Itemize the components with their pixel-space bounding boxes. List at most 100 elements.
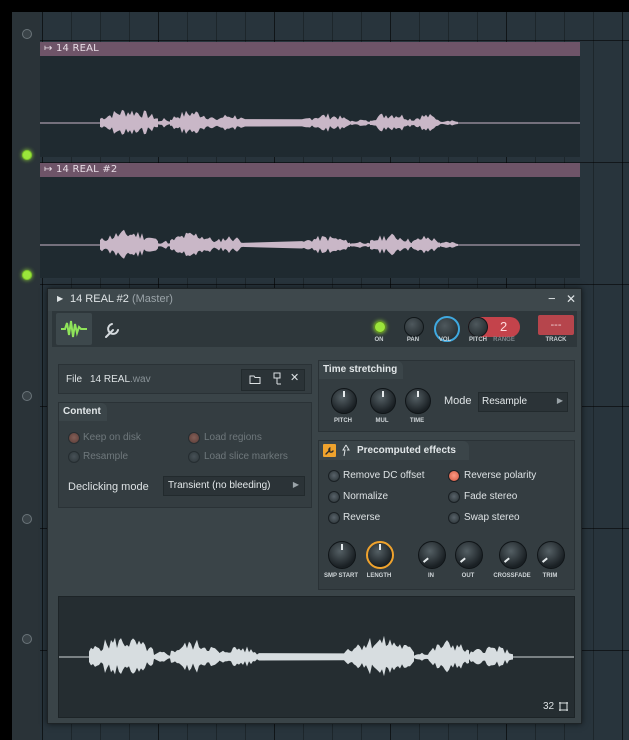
clip-label: 14 REAL	[55, 43, 99, 54]
length-knob[interactable]	[366, 541, 394, 569]
zoom-level[interactable]: 32	[543, 701, 554, 712]
stretch-time-knob[interactable]	[405, 388, 431, 414]
declicking-mode-label: Declicking mode	[68, 481, 149, 493]
keep-on-disk-label: Keep on disk	[83, 432, 141, 443]
declicking-mode-dropdown[interactable]: Transient (no bleeding) ▶	[163, 476, 305, 496]
range-label: RANGE	[493, 337, 515, 343]
fade-out-knob[interactable]	[455, 541, 483, 569]
reverse-label: Reverse	[343, 512, 381, 523]
track-led-3[interactable]	[22, 270, 32, 280]
window-titlebar[interactable]: ▶ 14 REAL #2 (Master) − ✕	[48, 289, 581, 311]
swap-stereo-label: Swap stereo	[464, 512, 520, 523]
track-led-6[interactable]	[22, 634, 32, 644]
close-button[interactable]: ✕	[566, 292, 576, 306]
content-panel: Content Keep on disk Resample Load regio…	[58, 402, 312, 508]
crossfade-knob[interactable]	[499, 541, 527, 569]
pan-knob[interactable]	[404, 317, 424, 337]
normalize-radio[interactable]	[328, 491, 340, 503]
file-ext: .wav	[130, 374, 151, 385]
wrench-icon[interactable]	[323, 444, 336, 457]
track-led-2[interactable]	[22, 150, 32, 160]
clip-label: 14 REAL #2	[55, 164, 118, 175]
remove-dc-label: Remove DC offset	[343, 470, 425, 481]
keep-on-disk-radio[interactable]	[68, 432, 80, 444]
channel-on-led[interactable]	[374, 321, 386, 333]
audio-clip-1[interactable]: ↦ 14 REAL	[40, 42, 580, 157]
fade-stereo-label: Fade stereo	[464, 491, 518, 502]
time-stretching-tab: Time stretching	[319, 361, 404, 379]
stretch-time-label: TIME	[409, 418, 425, 424]
track-led-1[interactable]	[22, 29, 32, 39]
clip-waveform	[40, 56, 580, 157]
range-value[interactable]: 2	[500, 319, 507, 334]
sample-waveform	[59, 635, 574, 677]
load-slice-markers-label: Load slice markers	[204, 451, 288, 462]
resample-label: Resample	[83, 451, 129, 462]
folder-icon[interactable]	[249, 373, 261, 385]
file-name-base: 14 REAL	[90, 374, 131, 385]
file-panel: File 14 REAL.wav ✕	[58, 364, 312, 394]
pitch-range-control[interactable]: 2	[468, 317, 520, 337]
remove-dc-radio[interactable]	[328, 470, 340, 482]
reverse-radio[interactable]	[328, 512, 340, 524]
collapse-arrow-icon[interactable]: ▶	[57, 294, 63, 303]
resize-icon[interactable]	[558, 701, 569, 712]
sample-tab[interactable]	[56, 313, 92, 345]
dropdown-arrow-icon: ▶	[292, 480, 299, 489]
stretch-mul-knob[interactable]	[370, 388, 396, 414]
clear-file-icon[interactable]: ✕	[290, 371, 299, 384]
clip-arrow-icon: ↦	[44, 164, 56, 175]
reverse-polarity-label: Reverse polarity	[464, 470, 537, 481]
fade-stereo-radio[interactable]	[448, 491, 460, 503]
track-led-4[interactable]	[22, 391, 32, 401]
normalize-label: Normalize	[343, 491, 389, 502]
declicking-mode-value: Transient (no bleeding)	[168, 480, 271, 491]
resample-radio[interactable]	[68, 451, 80, 463]
window-title-name: 14 REAL #2	[70, 293, 129, 305]
track-label: TRACK	[545, 337, 567, 343]
channel-settings-window: ▶ 14 REAL #2 (Master) − ✕ ON PAN VOL 2 P…	[47, 288, 582, 724]
bolt-icon	[342, 444, 350, 457]
clip-arrow-icon: ↦	[44, 43, 56, 54]
mixer-track-selector[interactable]: ---	[538, 315, 574, 335]
fade-in-knob[interactable]	[418, 541, 446, 569]
file-name[interactable]: 14 REAL.wav	[90, 374, 151, 385]
time-stretching-panel: Time stretching PITCH MUL TIME Mode Resa…	[318, 360, 575, 432]
clip-header[interactable]: ↦ 14 REAL #2	[40, 163, 580, 177]
sample-waveform-display[interactable]: 32	[58, 596, 575, 718]
load-regions-label: Load regions	[204, 432, 262, 443]
clip-waveform	[40, 177, 580, 278]
file-label: File	[66, 374, 83, 385]
stretch-mode-dropdown[interactable]: Resample ▶	[478, 392, 568, 412]
fade-out-label: OUT	[461, 573, 475, 579]
dropdown-arrow-icon: ▶	[556, 396, 563, 405]
precomputed-title: Precomputed effects	[357, 445, 456, 456]
waveform-tab-icon	[61, 320, 87, 338]
reverse-polarity-radio[interactable]	[448, 470, 460, 482]
wrench-icon	[105, 323, 119, 338]
stretch-mul-label: MUL	[375, 418, 389, 424]
clip-header[interactable]: ↦ 14 REAL	[40, 42, 580, 56]
file-icon[interactable]	[272, 372, 284, 386]
stretch-pitch-label: PITCH	[334, 418, 352, 424]
sample-start-knob[interactable]	[328, 541, 356, 569]
load-regions-radio[interactable]	[188, 432, 200, 444]
swap-stereo-radio[interactable]	[448, 512, 460, 524]
minimize-button[interactable]: −	[548, 291, 556, 306]
length-label: LENGTH	[366, 573, 392, 579]
window-title-suffix: (Master)	[131, 293, 173, 305]
trim-knob[interactable]	[537, 541, 565, 569]
window-title: 14 REAL #2 (Master)	[70, 293, 173, 305]
stretch-mode-value: Resample	[482, 396, 528, 407]
track-strip	[12, 12, 40, 740]
pitch-knob[interactable]	[468, 317, 488, 337]
misc-tab[interactable]	[96, 313, 128, 345]
precomputed-effects-panel: Precomputed effects Remove DC offset Nor…	[318, 440, 575, 590]
load-slice-markers-radio[interactable]	[188, 451, 200, 463]
mode-label: Mode	[444, 395, 472, 407]
track-led-5[interactable]	[22, 514, 32, 524]
trim-label: TRIM	[542, 573, 558, 579]
channel-toolbar: ON PAN VOL 2 PITCH RANGE --- TRACK	[52, 311, 577, 347]
audio-clip-2[interactable]: ↦ 14 REAL #2	[40, 163, 580, 278]
stretch-pitch-knob[interactable]	[331, 388, 357, 414]
